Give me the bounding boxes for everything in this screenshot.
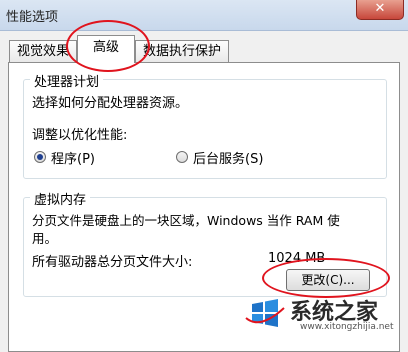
tab-data-execution-prevention[interactable]: 数据执行保护 bbox=[135, 40, 229, 62]
processor-description: 选择如何分配处理器资源。 bbox=[32, 96, 189, 111]
change-button-label: 更改(C)... bbox=[301, 273, 355, 287]
tab-label: 视觉效果 bbox=[16, 44, 69, 59]
adjust-label: 调整以优化性能: bbox=[32, 128, 128, 143]
virtual-memory-group: 虚拟内存 分页文件是硬盘上的一块区域，Windows 当作 RAM 使 用。 所… bbox=[23, 189, 387, 297]
total-paging-file-value: 1024 MB bbox=[268, 251, 326, 266]
radio-selected-dot bbox=[37, 154, 43, 160]
watermark: 系统之家 www.xitongzhijia.net bbox=[244, 290, 404, 338]
tab-visual-effects[interactable]: 视觉效果 bbox=[9, 40, 77, 62]
watermark-url: www.xitongzhijia.net bbox=[300, 322, 394, 332]
window-title: 性能选项 bbox=[6, 10, 59, 25]
background-services-radio-label[interactable]: 后台服务(S) bbox=[193, 148, 263, 167]
windows-logo-icon bbox=[245, 299, 285, 327]
title-bar: 性能选项 ✕ bbox=[0, 0, 408, 31]
background-services-radio[interactable] bbox=[176, 151, 188, 163]
tab-label: 高级 bbox=[92, 40, 119, 55]
virtual-memory-description-line1: 分页文件是硬盘上的一块区域，Windows 当作 RAM 使 bbox=[32, 213, 340, 228]
virtual-memory-group-title: 虚拟内存 bbox=[30, 189, 91, 208]
processor-scheduling-group: 处理器计划 选择如何分配处理器资源。 调整以优化性能: 程序(P) 后台服务(S… bbox=[23, 71, 387, 179]
processor-group-title: 处理器计划 bbox=[30, 71, 104, 90]
programs-radio[interactable] bbox=[34, 151, 46, 163]
close-button[interactable]: ✕ bbox=[356, 0, 404, 20]
tab-advanced[interactable]: 高级 bbox=[77, 35, 135, 63]
close-icon: ✕ bbox=[374, 1, 386, 16]
virtual-memory-description-line2: 用。 bbox=[32, 231, 58, 246]
change-button[interactable]: 更改(C)... bbox=[286, 269, 370, 291]
total-paging-file-label: 所有驱动器总分页文件大小: bbox=[32, 255, 193, 270]
programs-radio-label[interactable]: 程序(P) bbox=[51, 148, 95, 167]
tab-label: 数据执行保护 bbox=[142, 44, 221, 59]
